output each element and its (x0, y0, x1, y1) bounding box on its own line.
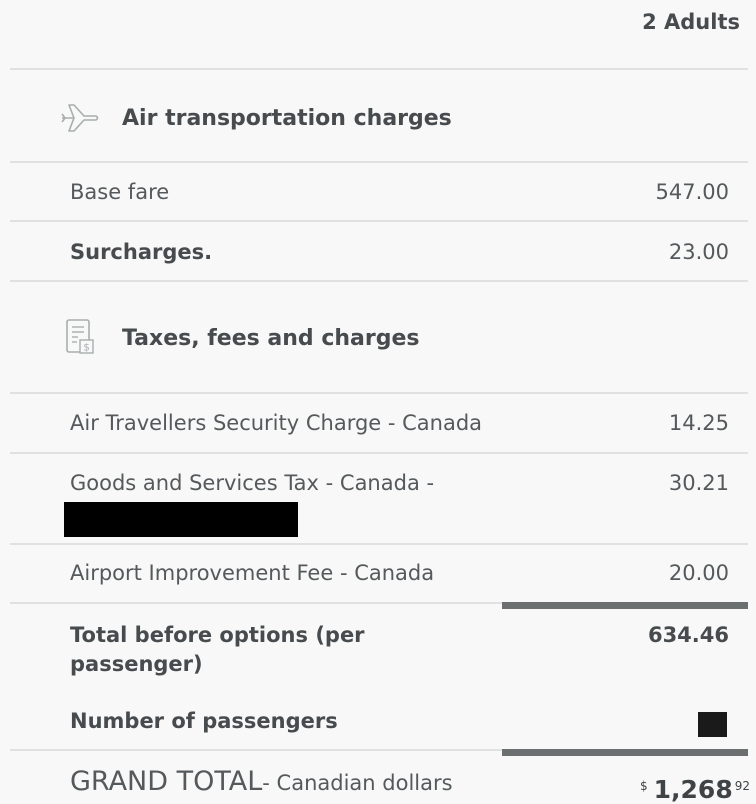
currency-symbol: $ (640, 779, 648, 793)
row-number-of-passengers: Number of passengers (70, 709, 729, 733)
total-label-line1: Total before options (per (70, 623, 365, 647)
row-amount: 547.00 (655, 180, 729, 204)
row-label: Surcharges. (70, 240, 213, 264)
section-title: Air transportation charges (122, 105, 452, 131)
grand-total-row: GRAND TOTAL- Canadian dollars $ 1,268 92 (70, 766, 750, 804)
row-label: Total before options (per passenger) (70, 621, 365, 679)
redacted-block (698, 712, 727, 737)
row-goods-services-tax: Goods and Services Tax - Canada - 30.21 (70, 471, 729, 495)
receipt-icon: $ (60, 318, 100, 358)
row-airport-improvement-fee: Airport Improvement Fee - Canada 20.00 (70, 561, 729, 585)
section-title: Taxes, fees and charges (122, 325, 420, 351)
divider (10, 392, 748, 394)
grand-total-whole: 1,268 (653, 775, 733, 804)
grand-total-title: GRAND TOTAL (70, 766, 263, 797)
row-amount: 634.46 (647, 623, 729, 647)
row-label: Base fare (70, 180, 170, 204)
grand-total-cents: 92 (734, 779, 750, 793)
grand-total-divider (502, 749, 748, 756)
row-label: Air Travellers Security Charge - Canada (70, 411, 483, 435)
divider (10, 280, 748, 282)
row-air-travellers-security-charge: Air Travellers Security Charge - Canada … (70, 411, 729, 435)
total-label-line2: passenger) (70, 652, 203, 676)
grand-total-currency-label: - Canadian dollars (262, 771, 453, 795)
row-amount: 23.00 (668, 240, 729, 264)
redacted-block (64, 502, 298, 537)
divider (10, 68, 748, 70)
divider (10, 543, 748, 545)
divider (10, 452, 748, 454)
passenger-count-header: 2 Adults (642, 10, 740, 34)
row-amount: 14.25 (668, 411, 729, 435)
row-label: Number of passengers (70, 709, 338, 733)
section-air-transportation: Air transportation charges (60, 98, 452, 138)
fare-breakdown-panel: 2 Adults Air transportation charges Base… (0, 0, 756, 804)
divider (10, 161, 748, 163)
row-label: Goods and Services Tax - Canada - (70, 471, 435, 495)
subtotal-divider (502, 602, 748, 609)
row-amount: 20.00 (668, 561, 729, 585)
row-amount: 30.21 (668, 471, 729, 495)
row-total-before-options: Total before options (per passenger) 634… (70, 621, 729, 679)
row-surcharges: Surcharges. 23.00 (70, 240, 729, 264)
svg-text:$: $ (83, 343, 89, 354)
grand-total-label: GRAND TOTAL- Canadian dollars (70, 766, 453, 797)
divider (10, 220, 748, 222)
section-taxes-fees: $ Taxes, fees and charges (60, 318, 419, 358)
row-label: Airport Improvement Fee - Canada (70, 561, 435, 585)
row-base-fare: Base fare 547.00 (70, 180, 729, 204)
airplane-icon (60, 98, 100, 138)
grand-total-amount: $ 1,268 92 (640, 775, 750, 804)
